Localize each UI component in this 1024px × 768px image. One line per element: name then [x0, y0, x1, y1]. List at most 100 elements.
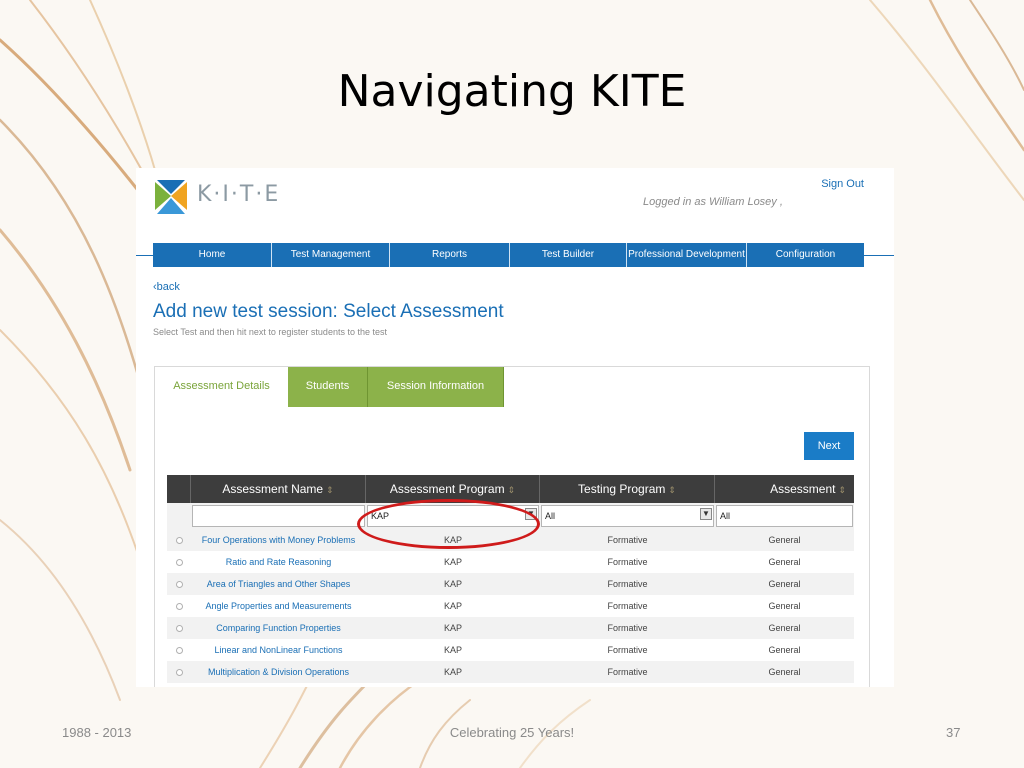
select-column-header	[167, 475, 191, 503]
assessment-program-cell: KAP	[443, 601, 462, 611]
testing-program-cell: Formative	[607, 601, 648, 611]
assessment-program-cell: KAP	[443, 645, 462, 655]
column-header-assessment-program[interactable]: Assessment Program ⇕	[366, 475, 540, 503]
testing-program-cell: Formative	[607, 667, 648, 677]
testing-program-filter-select[interactable]: All	[541, 505, 714, 527]
assessment-cell: General	[768, 557, 801, 567]
testing-program-cell: Formative	[607, 623, 648, 633]
kite-app-screenshot: K·I·T·E Sign Out Logged in as William Lo…	[136, 168, 894, 687]
column-header-assessment-name[interactable]: Assessment Name ⇕	[191, 475, 366, 503]
row-radio-button[interactable]	[175, 559, 183, 567]
assessment-cell: General	[768, 645, 801, 655]
filter-cell-testing: All ▼	[540, 503, 715, 529]
row-radio-button[interactable]	[175, 537, 183, 545]
table-row[interactable]: Four Operations with Money Problems KAP …	[167, 529, 854, 551]
column-label: Testing Program	[578, 482, 666, 496]
tab-bar: Assessment Details Students Session Info…	[155, 367, 504, 407]
kite-logo-text: K·I·T·E	[197, 182, 281, 207]
sort-icon: ⇕	[668, 485, 676, 495]
assessment-filter-select[interactable]: All	[716, 505, 853, 527]
testing-program-cell: Formative	[607, 645, 648, 655]
table-row[interactable]: Multiplication & Division Operations KAP…	[167, 661, 854, 683]
slide-title: Navigating KITE	[337, 66, 687, 117]
row-radio-button[interactable]	[175, 603, 183, 611]
assessment-program-filter-select[interactable]: KAP	[367, 505, 539, 527]
sort-icon: ⇕	[507, 485, 516, 495]
main-nav: Home Test Management Reports Test Builde…	[153, 243, 864, 267]
page-subtitle: Select Test and then hit next to registe…	[153, 327, 387, 337]
nav-reports[interactable]: Reports	[390, 243, 510, 267]
assessment-cell: General	[768, 601, 801, 611]
row-radio-button[interactable]	[175, 669, 183, 677]
assessment-cell: General	[768, 623, 801, 633]
assessment-name-cell[interactable]: Four Operations with Money Problems	[191, 529, 366, 551]
sign-out-link[interactable]: Sign Out	[821, 178, 864, 190]
next-button[interactable]: Next	[804, 432, 854, 460]
assessment-name-cell[interactable]: Angle Properties and Measurements	[191, 595, 366, 617]
nav-test-management[interactable]: Test Management	[272, 243, 390, 267]
table-row[interactable]: Ratio and Rate Reasoning KAP Formative G…	[167, 551, 854, 573]
assessment-name-cell[interactable]: Multiplication & Division Operations	[191, 661, 366, 683]
page-title: Add new test session: Select Assessment	[153, 301, 504, 322]
nav-test-builder[interactable]: Test Builder	[510, 243, 627, 267]
filter-cell-program: KAP ▼	[366, 503, 540, 529]
grid-header: Assessment Name ⇕ Assessment Program ⇕ Tes…	[167, 475, 854, 503]
column-label: Assessment	[770, 482, 836, 496]
assessment-cell: General	[768, 667, 801, 677]
testing-program-cell: Formative	[607, 579, 648, 589]
row-radio-button[interactable]	[175, 581, 183, 589]
logged-in-user: Logged in as William Losey ,	[643, 196, 783, 208]
row-radio-button[interactable]	[175, 647, 183, 655]
assessment-grid: Assessment Name ⇕ Assessment Program ⇕ Tes…	[167, 475, 854, 683]
testing-program-cell: Formative	[607, 557, 648, 567]
filter-spacer	[167, 503, 191, 529]
assessment-name-cell[interactable]: Linear and NonLinear Functions	[191, 639, 366, 661]
row-select-cell	[167, 595, 191, 617]
assessment-cell: General	[768, 579, 801, 589]
row-select-cell	[167, 661, 191, 683]
assessment-program-cell: KAP	[443, 535, 462, 545]
row-select-cell	[167, 617, 191, 639]
column-label: Assessment Program	[389, 482, 505, 496]
slide-number: 37	[946, 725, 961, 740]
assessment-panel: Assessment Details Students Session Info…	[154, 366, 870, 687]
table-row[interactable]: Angle Properties and Measurements KAP Fo…	[167, 595, 854, 617]
chevron-down-icon[interactable]: ▼	[700, 508, 712, 520]
assessment-name-filter-input[interactable]	[192, 505, 365, 527]
assessment-program-cell: KAP	[443, 557, 462, 567]
grid-body: Four Operations with Money Problems KAP …	[167, 529, 854, 683]
assessment-program-cell: KAP	[443, 623, 462, 633]
assessment-name-cell[interactable]: Area of Triangles and Other Shapes	[191, 573, 366, 595]
filter-cell-assessment: All	[715, 503, 854, 529]
row-select-cell	[167, 639, 191, 661]
assessment-cell: General	[768, 535, 801, 545]
nav-home[interactable]: Home	[153, 243, 272, 267]
assessment-program-cell: KAP	[443, 667, 462, 677]
nav-configuration[interactable]: Configuration	[747, 243, 864, 267]
column-header-assessment[interactable]: Assessment ⇕	[715, 475, 854, 503]
row-select-cell	[167, 529, 191, 551]
filter-row: KAP ▼ All ▼ All	[167, 503, 854, 529]
filter-cell-name	[191, 503, 366, 529]
row-select-cell	[167, 573, 191, 595]
nav-professional-development[interactable]: Professional Development	[627, 243, 747, 267]
table-row[interactable]: Area of Triangles and Other Shapes KAP F…	[167, 573, 854, 595]
sort-icon: ⇕	[838, 485, 846, 495]
tab-assessment-details[interactable]: Assessment Details	[155, 367, 288, 407]
back-link[interactable]: ‹back	[153, 281, 180, 293]
table-row[interactable]: Linear and NonLinear Functions KAP Forma…	[167, 639, 854, 661]
column-label: Assessment Name	[222, 482, 324, 496]
tab-session-information[interactable]: Session Information	[368, 367, 504, 407]
table-row[interactable]: Comparing Function Properties KAP Format…	[167, 617, 854, 639]
sort-icon: ⇕	[326, 485, 334, 495]
assessment-name-cell[interactable]: Ratio and Rate Reasoning	[191, 551, 366, 573]
row-radio-button[interactable]	[175, 625, 183, 633]
row-select-cell	[167, 551, 191, 573]
column-header-testing-program[interactable]: Testing Program ⇕	[540, 475, 715, 503]
chevron-down-icon[interactable]: ▼	[525, 508, 537, 520]
tab-students[interactable]: Students	[288, 367, 368, 407]
footer-celebrating: Celebrating 25 Years!	[449, 725, 575, 740]
testing-program-cell: Formative	[607, 535, 648, 545]
assessment-name-cell[interactable]: Comparing Function Properties	[191, 617, 366, 639]
assessment-program-cell: KAP	[443, 579, 462, 589]
